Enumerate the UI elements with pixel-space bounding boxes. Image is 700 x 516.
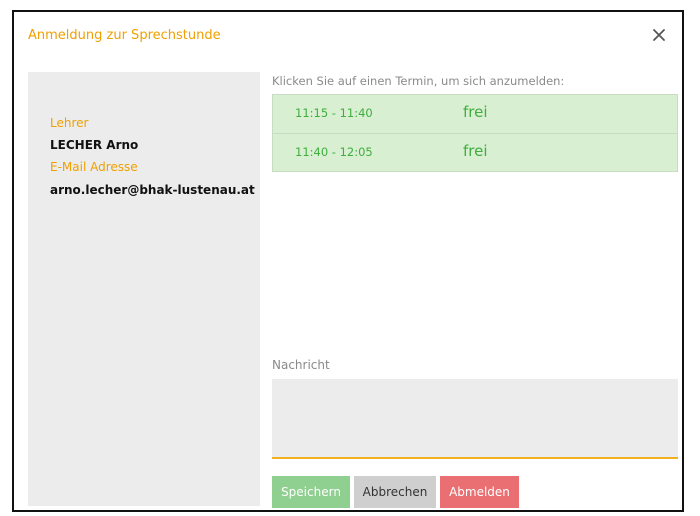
close-icon <box>653 29 665 41</box>
cancel-button[interactable]: Abbrechen <box>354 476 436 508</box>
teacher-info-panel: Lehrer LECHER Arno E-Mail Adresse arno.l… <box>28 72 260 506</box>
slot-row[interactable]: 11:40 - 12:05 frei <box>273 134 677 172</box>
slot-list: 11:15 - 11:40 frei 11:40 - 12:05 frei <box>272 94 678 172</box>
teacher-name: LECHER Arno <box>50 138 139 152</box>
slot-time: 11:40 - 12:05 <box>295 145 373 159</box>
teacher-email: arno.lecher@bhak-lustenau.at <box>50 183 255 197</box>
slot-status: frei <box>463 142 488 160</box>
slot-row[interactable]: 11:15 - 11:40 frei <box>273 95 677 133</box>
logout-button[interactable]: Abmelden <box>440 476 519 508</box>
teacher-label: Lehrer <box>50 116 89 130</box>
slot-status: frei <box>463 103 488 121</box>
registration-dialog: Anmeldung zur Sprechstunde Lehrer LECHER… <box>12 10 684 512</box>
save-button[interactable]: Speichern <box>272 476 350 508</box>
message-field[interactable] <box>272 379 678 459</box>
dialog-title: Anmeldung zur Sprechstunde <box>28 28 221 43</box>
close-button[interactable] <box>646 22 672 48</box>
slot-time: 11:15 - 11:40 <box>295 106 373 120</box>
slot-instructions: Klicken Sie auf einen Termin, um sich an… <box>272 74 565 88</box>
message-label: Nachricht <box>272 358 330 372</box>
email-label: E-Mail Adresse <box>50 160 138 174</box>
